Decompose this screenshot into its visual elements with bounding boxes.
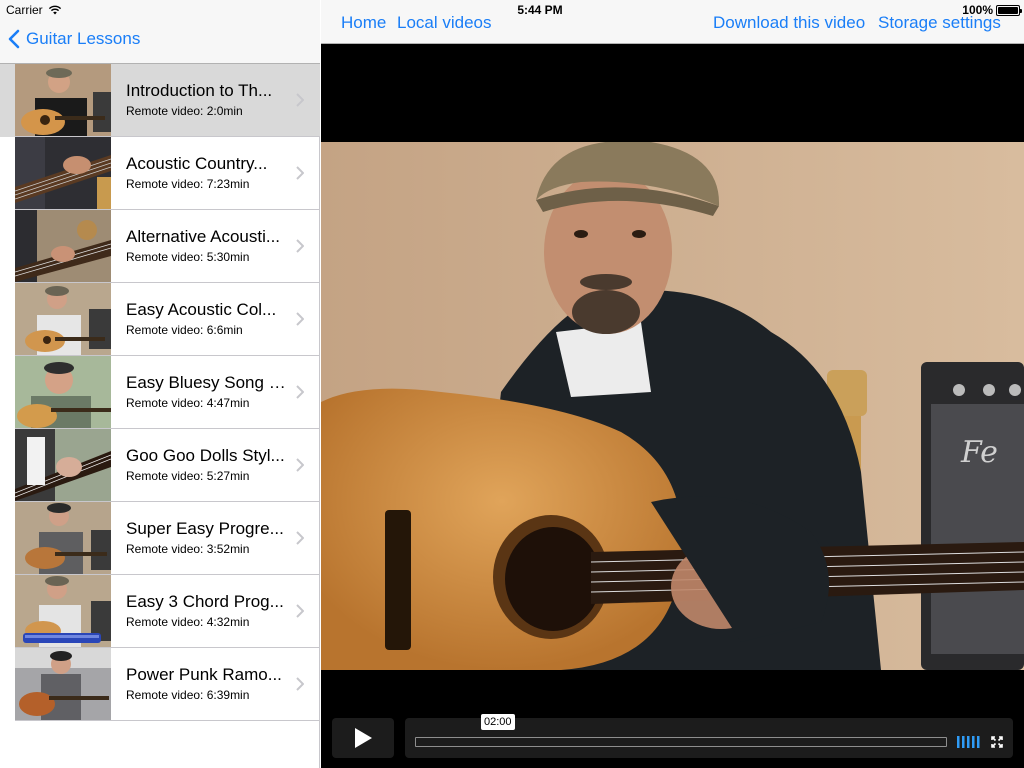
video-row[interactable]: Introduction to Th... Remote video: 2:0m… [0, 64, 320, 137]
video-row[interactable]: Easy Bluesy Song i... Remote video: 4:47… [0, 356, 320, 429]
video-row[interactable]: Super Easy Progre... Remote video: 3:52m… [0, 502, 320, 575]
battery-percent: 100% [962, 3, 993, 17]
video-duration: Remote video: 6:39min [126, 688, 250, 702]
video-row-text: Super Easy Progre... Remote video: 3:52m… [126, 519, 286, 556]
video-list-pane: Guitar Lessons Introduction to Th... Rem… [0, 0, 320, 768]
video-duration: Remote video: 2:0min [126, 104, 243, 118]
video-row[interactable]: Power Punk Ramo... Remote video: 6:39min [0, 648, 320, 721]
video-duration: Remote video: 5:27min [126, 469, 250, 483]
video-duration: Remote video: 5:30min [126, 250, 250, 264]
status-bar: Carrier 5:44 PM 100% [0, 0, 1024, 20]
chevron-right-icon [296, 385, 304, 399]
video-row[interactable]: Acoustic Country... Remote video: 7:23mi… [0, 137, 320, 210]
player-controls: 02:00 [321, 714, 1024, 760]
video-thumbnail [15, 64, 111, 136]
video-list: Introduction to Th... Remote video: 2:0m… [0, 64, 320, 721]
chevron-right-icon [296, 677, 304, 691]
video-thumbnail [15, 575, 111, 647]
video-row-text: Power Punk Ramo... Remote video: 6:39min [126, 665, 286, 702]
video-row[interactable]: Alternative Acousti... Remote video: 5:3… [0, 210, 320, 283]
video-row[interactable]: Easy 3 Chord Prog... Remote video: 4:32m… [0, 575, 320, 648]
chevron-left-icon [8, 29, 20, 49]
video-row[interactable]: Easy Acoustic Col... Remote video: 6:6mi… [0, 283, 320, 356]
video-row-text: Easy 3 Chord Prog... Remote video: 4:32m… [126, 592, 286, 629]
video-duration: Remote video: 6:6min [126, 323, 243, 337]
video-title: Easy Acoustic Col... [126, 300, 277, 319]
fullscreen-icon[interactable] [991, 736, 1003, 748]
video-title: Easy Bluesy Song i... [126, 373, 286, 392]
video-title: Power Punk Ramo... [126, 665, 282, 684]
video-thumbnail [15, 429, 111, 501]
video-still: Fe [321, 142, 1024, 670]
video-row-text: Goo Goo Dolls Styl... Remote video: 5:27… [126, 446, 286, 483]
status-time: 5:44 PM [517, 3, 563, 17]
video-duration: Remote video: 7:23min [126, 177, 250, 191]
status-right: 100% [962, 3, 1022, 17]
video-row[interactable]: Goo Goo Dolls Styl... Remote video: 5:27… [0, 429, 320, 502]
video-row-text: Easy Bluesy Song i... Remote video: 4:47… [126, 373, 286, 410]
back-button[interactable]: Guitar Lessons [8, 29, 140, 49]
video-row-text: Introduction to Th... Remote video: 2:0m… [126, 81, 286, 118]
battery-icon [996, 4, 1022, 16]
play-icon [355, 728, 372, 748]
video-title: Goo Goo Dolls Styl... [126, 446, 285, 465]
time-bubble: 02:00 [481, 714, 515, 730]
video-thumbnail [15, 283, 111, 355]
chevron-right-icon [296, 458, 304, 472]
chevron-right-icon [296, 531, 304, 545]
chevron-right-icon [296, 312, 304, 326]
video-thumbnail [15, 210, 111, 282]
video-title: Easy 3 Chord Prog... [126, 592, 284, 611]
chevron-right-icon [296, 93, 304, 107]
scrubber-track[interactable] [415, 737, 947, 747]
video-row-text: Easy Acoustic Col... Remote video: 6:6mi… [126, 300, 286, 337]
video-title: Acoustic Country... [126, 154, 268, 173]
video-title: Introduction to Th... [126, 81, 273, 100]
video-row-text: Acoustic Country... Remote video: 7:23mi… [126, 154, 286, 191]
video-duration: Remote video: 4:47min [126, 396, 250, 410]
video-duration: Remote video: 4:32min [126, 615, 250, 629]
video-title: Super Easy Progre... [126, 519, 284, 538]
video-row-text: Alternative Acousti... Remote video: 5:3… [126, 227, 286, 264]
airplay-icon[interactable] [957, 736, 981, 748]
chevron-right-icon [296, 166, 304, 180]
scrubber-panel: 02:00 [405, 714, 1013, 758]
video-thumbnail [15, 648, 111, 720]
video-frame[interactable]: Fe [321, 142, 1024, 670]
chevron-right-icon [296, 604, 304, 618]
play-button[interactable] [332, 718, 394, 758]
video-duration: Remote video: 3:52min [126, 542, 250, 556]
video-player-pane: Home Local videos Download this video St… [321, 0, 1024, 768]
video-title: Alternative Acousti... [126, 227, 281, 246]
svg-text:Fe: Fe [960, 435, 998, 470]
video-thumbnail [15, 137, 111, 209]
back-button-label: Guitar Lessons [26, 29, 141, 48]
video-thumbnail [15, 356, 111, 428]
video-thumbnail [15, 502, 111, 574]
chevron-right-icon [296, 239, 304, 253]
